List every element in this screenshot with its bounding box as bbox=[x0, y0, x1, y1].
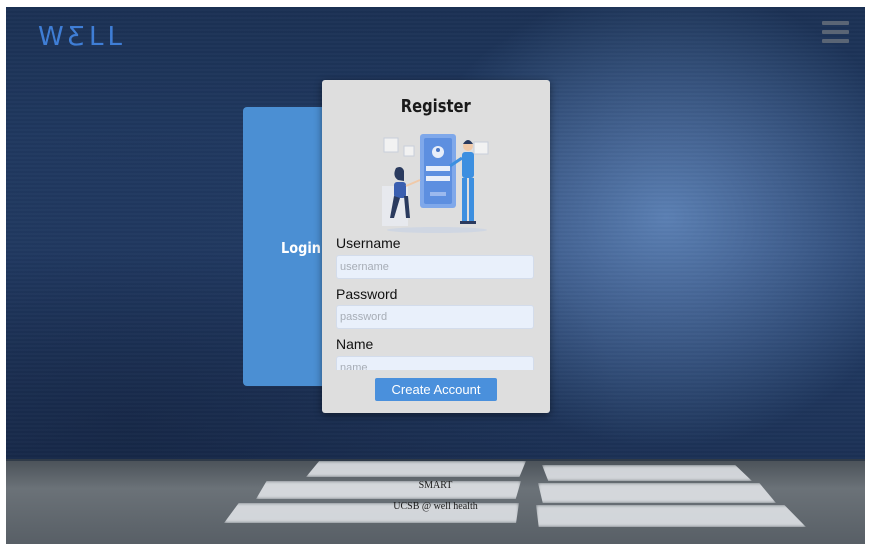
password-label: Password bbox=[336, 286, 398, 302]
footer-credit: UCSB @ well health bbox=[393, 501, 478, 512]
floor-light-patch bbox=[542, 465, 752, 481]
username-label: Username bbox=[336, 235, 401, 251]
login-label: Login bbox=[281, 239, 321, 257]
register-title: Register bbox=[400, 96, 472, 117]
hamburger-menu-icon[interactable] bbox=[822, 21, 849, 43]
username-input[interactable] bbox=[336, 255, 534, 279]
name-label: Name bbox=[336, 336, 374, 352]
password-input[interactable] bbox=[336, 305, 534, 329]
footer-brand: SMART bbox=[418, 480, 453, 491]
name-input[interactable] bbox=[336, 356, 534, 370]
register-form[interactable]: Username Password Name bbox=[336, 235, 536, 370]
register-panel: Register Username Password Name bbox=[322, 80, 550, 413]
floor-light-patch bbox=[306, 461, 526, 477]
create-account-button[interactable]: Create Account bbox=[375, 378, 497, 401]
registration-illustration bbox=[382, 134, 489, 233]
well-logo[interactable]: WƸLL bbox=[38, 22, 126, 52]
